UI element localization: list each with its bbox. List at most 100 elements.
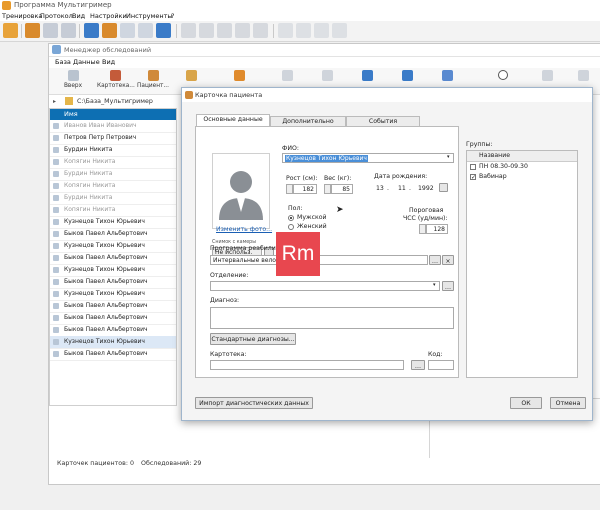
patient-icon bbox=[53, 207, 59, 213]
device4-icon[interactable] bbox=[235, 23, 250, 38]
import-diagnostics-button[interactable]: Импорт диагностических данных bbox=[195, 397, 313, 409]
table-icon bbox=[441, 70, 453, 81]
app-title: Программа Мультигример bbox=[14, 1, 112, 9]
patient-button[interactable]: Пациент... bbox=[135, 70, 171, 92]
patient-name: Быков Павел Альбертович bbox=[64, 326, 148, 333]
group-name-0: ПН 08.30-09.30 bbox=[479, 163, 528, 170]
up-button[interactable]: Вверх bbox=[55, 70, 91, 92]
patient-icon bbox=[147, 70, 159, 81]
paste-icon[interactable] bbox=[61, 23, 76, 38]
patient-row[interactable]: Быков Павел Альбертович bbox=[50, 348, 176, 361]
photo-frame bbox=[212, 153, 270, 229]
code-input[interactable] bbox=[428, 360, 454, 370]
device-icon[interactable] bbox=[181, 23, 196, 38]
patient-list[interactable]: Имя Иванов Иван Иванович Петров Петр Петр… bbox=[49, 108, 177, 406]
height-spin[interactable] bbox=[286, 184, 293, 194]
ok-button[interactable]: ОК bbox=[510, 397, 542, 409]
patient-icon bbox=[53, 135, 59, 141]
sex-female-label: Женский bbox=[297, 223, 327, 230]
change-photo-link[interactable]: Изменить фото... bbox=[216, 226, 272, 233]
device5-icon[interactable] bbox=[253, 23, 268, 38]
patient-name: Копягин Никита bbox=[64, 158, 116, 165]
patient-icon bbox=[53, 267, 59, 273]
sex-male-label: Мужской bbox=[297, 214, 327, 221]
sex-female-radio[interactable] bbox=[288, 224, 294, 230]
checklist-icon[interactable] bbox=[120, 23, 135, 38]
fio-dropdown-icon[interactable]: ▾ bbox=[447, 154, 450, 160]
patient-icon bbox=[53, 231, 59, 237]
sex-label: Пол: bbox=[288, 205, 303, 212]
report-icon[interactable] bbox=[278, 23, 293, 38]
report4-icon[interactable] bbox=[332, 23, 347, 38]
card-index-input[interactable] bbox=[210, 360, 404, 370]
patient-name: Быков Павел Альбертович bbox=[64, 350, 148, 357]
weight-label: Вес (кг): bbox=[324, 175, 352, 182]
avatar-icon bbox=[219, 171, 263, 220]
fio-input[interactable]: Кузнецов Тихон Юрьевич bbox=[282, 153, 454, 163]
diagnosis-textarea[interactable] bbox=[210, 307, 454, 329]
menu-tools[interactable]: Инструменты bbox=[126, 12, 173, 20]
group-checkbox-1[interactable]: ✓ bbox=[470, 174, 476, 181]
hr-label-line2: ЧСС (уд/мин): bbox=[403, 215, 448, 222]
device2-icon[interactable] bbox=[199, 23, 214, 38]
copy-icon[interactable] bbox=[43, 23, 58, 38]
user-icon[interactable] bbox=[84, 23, 99, 38]
device3-icon[interactable] bbox=[217, 23, 232, 38]
weight-spin[interactable] bbox=[324, 184, 331, 194]
path-text[interactable]: C:\База_Мультигример bbox=[77, 98, 153, 105]
program-browse-button[interactable]: … bbox=[429, 255, 441, 265]
menu-protocol[interactable]: Протокол bbox=[40, 12, 73, 20]
folder-icon[interactable] bbox=[25, 23, 40, 38]
standard-diagnoses-button[interactable]: Стандартные диагнозы... bbox=[210, 333, 296, 345]
arrow-up-icon bbox=[67, 70, 79, 81]
department-label: Отделение: bbox=[210, 272, 249, 279]
sex-male-radio[interactable] bbox=[288, 215, 294, 221]
cancel-button[interactable]: Отмена bbox=[550, 397, 586, 409]
manager-title: Менеджер обследований bbox=[64, 46, 152, 54]
users-icon[interactable] bbox=[102, 23, 117, 38]
status-patients: Карточек пациентов: 0 bbox=[57, 460, 134, 467]
height-input[interactable]: 182 bbox=[293, 184, 317, 194]
chevron-right-icon[interactable]: ▸ bbox=[53, 98, 56, 105]
list-header[interactable]: Имя bbox=[50, 109, 176, 120]
manager-menu-data[interactable]: Данные bbox=[73, 58, 100, 66]
department-select[interactable] bbox=[210, 281, 440, 291]
birth-day[interactable]: 13 bbox=[376, 185, 384, 192]
groups-header: Название bbox=[467, 151, 577, 162]
code-label: Код: bbox=[428, 351, 443, 358]
program-clear-button[interactable]: × bbox=[442, 255, 454, 265]
profile-icon[interactable] bbox=[156, 23, 171, 38]
menu-view[interactable]: Вид bbox=[72, 12, 85, 20]
status-exams: Обследований: 29 bbox=[141, 460, 202, 467]
department-dropdown-icon[interactable]: ▾ bbox=[433, 282, 436, 288]
groups-list[interactable]: Название ПН 08.30-09.30 ✓ Вабинар bbox=[466, 150, 578, 378]
document-icon[interactable] bbox=[138, 23, 153, 38]
menu-training[interactable]: Тренировка bbox=[2, 12, 42, 20]
patient-name: Быков Павел Альбертович bbox=[64, 314, 148, 321]
patient-icon bbox=[53, 123, 59, 129]
hierarchy-icon[interactable] bbox=[3, 23, 18, 38]
rm-logo: Rm bbox=[276, 232, 320, 276]
manager-menu-base[interactable]: База bbox=[55, 58, 71, 66]
weight-input[interactable]: 85 bbox=[331, 184, 353, 194]
patient-icon bbox=[53, 255, 59, 261]
groups-header-name: Название bbox=[479, 152, 511, 159]
department-browse-button[interactable]: … bbox=[442, 281, 454, 291]
calendar-button[interactable] bbox=[439, 183, 448, 192]
patient-card-dialog: Карточка пациента Основные данные Дополн… bbox=[181, 87, 593, 421]
patient-name: Кузнецов Тихон Юрьевич bbox=[64, 218, 145, 225]
report2-icon[interactable] bbox=[296, 23, 311, 38]
hr-input[interactable]: 128 bbox=[426, 224, 448, 234]
menu-settings[interactable]: Настройки bbox=[90, 12, 127, 20]
manager-menu-view[interactable]: Вид bbox=[102, 58, 115, 66]
card-index-button[interactable]: Картотека... bbox=[97, 70, 135, 92]
patient-icon bbox=[53, 291, 59, 297]
report3-icon[interactable] bbox=[314, 23, 329, 38]
hr-spin[interactable] bbox=[419, 224, 426, 234]
dialog-titlebar: Карточка пациента bbox=[182, 88, 592, 102]
menu-help[interactable]: ? bbox=[171, 12, 174, 20]
card-index-browse-button[interactable]: … bbox=[411, 360, 425, 370]
birth-year[interactable]: 1992 bbox=[418, 185, 434, 192]
group-checkbox-0[interactable] bbox=[470, 164, 476, 170]
birth-month[interactable]: 11 bbox=[398, 185, 406, 192]
